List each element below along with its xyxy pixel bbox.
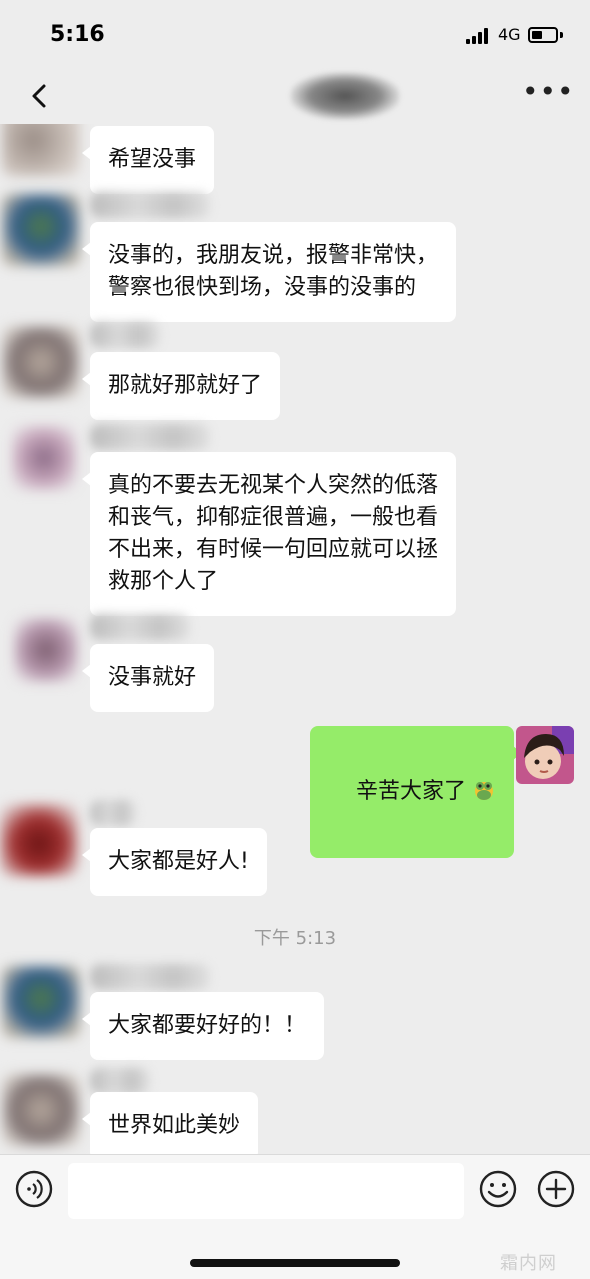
back-button[interactable] <box>22 76 62 116</box>
message-bubble[interactable]: 真的不要去无视某个人突然的低落 和丧气，抑郁症很普遍，一般也看 不出来，有时候一… <box>81 452 457 616</box>
frog-emoji-icon <box>475 782 493 800</box>
message-list: 希望没事 没事的，我朋友说，报警非常快， 警察也很快到场，没事的没事的 那就好那… <box>0 124 590 1154</box>
sender-nickname-obscured <box>90 322 160 348</box>
sender-nickname-obscured <box>90 800 136 826</box>
home-indicator[interactable] <box>190 1259 400 1267</box>
voice-icon <box>15 1170 53 1208</box>
avatar[interactable] <box>2 194 80 266</box>
more-options-button[interactable]: ••• <box>522 74 574 114</box>
chat-nav-bar: ••• <box>0 66 590 124</box>
battery-tip <box>560 32 563 38</box>
message-bubble[interactable]: 那就好那就好了 <box>81 352 281 420</box>
message-bubble[interactable]: 没事就好 <box>81 644 215 712</box>
sender-nickname-obscured <box>90 424 210 450</box>
message-timestamp: 下午 5:13 <box>253 928 337 949</box>
avatar[interactable] <box>2 966 80 1038</box>
message-input[interactable] <box>68 1163 464 1219</box>
sender-nickname-obscured <box>90 1068 150 1094</box>
sender-nickname-obscured <box>90 964 210 990</box>
chat-input-bar: 霜内网 <box>0 1154 590 1279</box>
avatar[interactable] <box>0 804 78 876</box>
watermark-logo: 霜内网 <box>500 1253 557 1274</box>
more-dots-icon: ••• <box>522 75 575 108</box>
back-chevron-icon <box>32 84 46 108</box>
avatar[interactable] <box>2 124 80 176</box>
avatar[interactable] <box>2 1074 80 1146</box>
message-bubble[interactable]: 希望没事 <box>81 126 215 194</box>
network-type: 4G <box>498 25 521 44</box>
voice-button[interactable] <box>14 1169 54 1209</box>
emoji-button[interactable] <box>478 1169 518 1209</box>
message-bubble[interactable]: 大家都是好人! <box>82 828 267 896</box>
avatar[interactable] <box>14 618 78 682</box>
sender-nickname-obscured <box>90 614 190 640</box>
self-avatar[interactable] <box>516 726 574 784</box>
status-bar: 5:16 4G <box>0 0 590 66</box>
avatar[interactable] <box>2 326 80 398</box>
sender-nickname-obscured <box>90 192 210 218</box>
chat-title-obscured <box>290 72 400 120</box>
more-functions-button[interactable] <box>536 1169 576 1209</box>
message-bubble[interactable]: 大家都要好好的！！ <box>81 992 325 1060</box>
cellular-signal-icon <box>466 28 492 44</box>
emoji-face-icon <box>479 1170 517 1208</box>
message-bubble[interactable]: 世界如此美妙 <box>81 1092 259 1154</box>
avatar[interactable] <box>12 426 76 490</box>
battery-icon <box>528 27 558 43</box>
self-avatar-image <box>516 726 574 784</box>
status-time: 5:16 <box>50 22 105 47</box>
message-bubble-self[interactable]: 辛苦大家了 <box>310 726 522 858</box>
message-bubble[interactable]: 没事的，我朋友说，报警非常快， 警察也很快到场，没事的没事的 <box>81 222 457 322</box>
message-text: 辛苦大家了 <box>355 779 466 804</box>
plus-circle-icon <box>537 1170 575 1208</box>
